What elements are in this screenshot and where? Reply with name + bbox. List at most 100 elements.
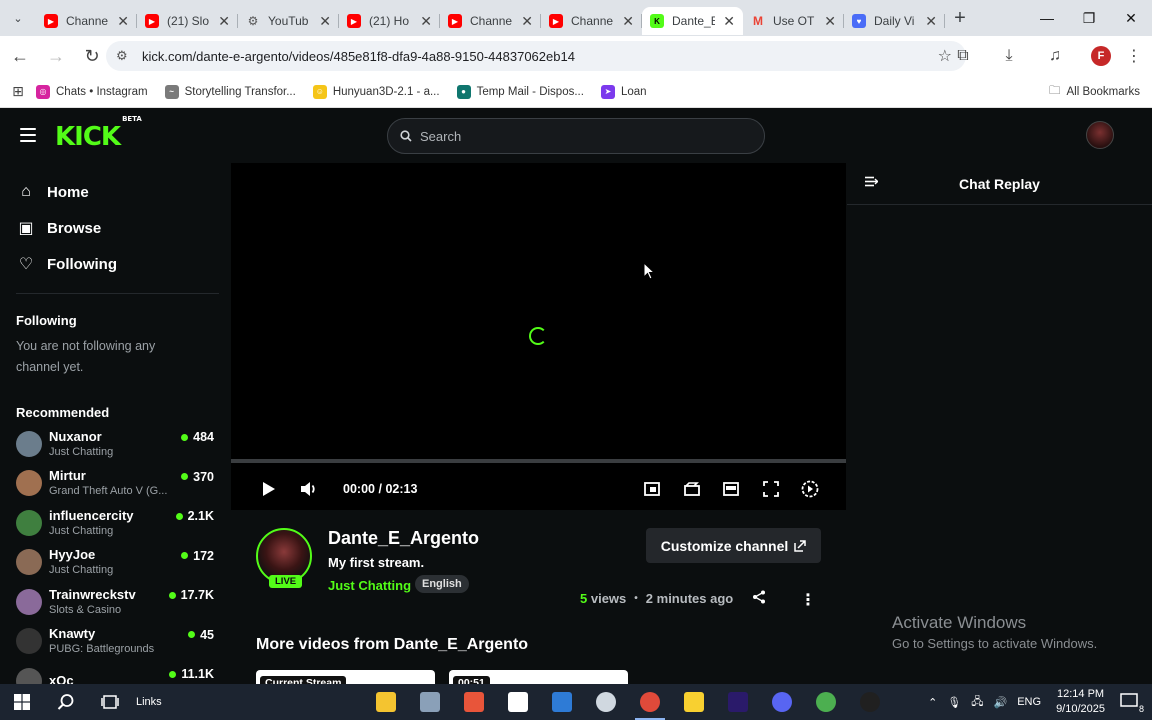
app-notes-taskbar-button[interactable]	[496, 684, 540, 720]
customize-channel-button[interactable]: Customize channel	[646, 528, 821, 563]
download-icon[interactable]: ⤓	[986, 47, 1032, 65]
mouse-cursor-icon	[643, 262, 655, 280]
restore-icon[interactable]: ❐	[1068, 0, 1110, 36]
discord-taskbar-button[interactable]	[760, 684, 804, 720]
taskbar-search-button[interactable]	[44, 684, 88, 720]
language-indicator[interactable]: ENG	[1017, 696, 1041, 708]
site-info-icon[interactable]: ⚙	[116, 48, 138, 64]
microphone-icon[interactable]: 🎙	[947, 696, 961, 709]
close-tab-icon[interactable]: ✕	[622, 13, 634, 30]
app-red-taskbar-button[interactable]	[452, 684, 496, 720]
collapse-chat-icon[interactable]	[865, 176, 878, 187]
channel-name[interactable]: Dante_E_Argento	[328, 528, 479, 549]
tab-title: YouTub	[268, 14, 309, 28]
reload-button[interactable]: ↻	[76, 40, 108, 72]
app-q-taskbar-button[interactable]	[584, 684, 628, 720]
user-avatar[interactable]	[1086, 121, 1114, 149]
chrome-taskbar-button[interactable]	[628, 684, 672, 720]
clip-button[interactable]	[672, 469, 712, 509]
notifications-button[interactable]: 8	[1120, 692, 1144, 714]
recommended-channel[interactable]: Trainwreckstv Slots & Casino 17.7K	[0, 582, 230, 622]
tray-chevron-icon[interactable]: ⌃	[928, 696, 937, 709]
sidebar-item-following[interactable]: ♡ Following	[0, 246, 230, 282]
media-control-icon[interactable]: ♫	[1032, 47, 1078, 65]
browser-tab[interactable]: ▶ (21) Ho ✕	[339, 7, 440, 35]
recommended-channel[interactable]: Nuxanor Just Chatting 484	[0, 424, 230, 464]
close-tab-icon[interactable]: ✕	[723, 13, 735, 30]
url-text[interactable]: kick.com/dante-e-argento/videos/485e81f8…	[142, 49, 575, 64]
all-bookmarks[interactable]: 🗀 All Bookmarks	[1049, 76, 1140, 108]
close-tab-icon[interactable]: ✕	[521, 13, 533, 30]
recommended-channel[interactable]: Mirtur Grand Theft Auto V (G... 370	[0, 464, 230, 504]
bookmark-item[interactable]: ☺ Hunyuan3D-2.1 - a...	[312, 84, 440, 99]
close-tab-icon[interactable]: ✕	[319, 13, 331, 30]
browser-tab[interactable]: ▶ Channe ✕	[541, 7, 642, 35]
search-input[interactable]: Search	[387, 118, 765, 154]
language-tag[interactable]: English	[415, 575, 469, 593]
speaker-icon[interactable]: 🔊	[994, 696, 1008, 709]
browser-tab[interactable]: ▶ Channe ✕	[36, 7, 137, 35]
fullscreen-button[interactable]	[751, 469, 791, 509]
mini-player-button[interactable]	[633, 469, 673, 509]
playback-speed-button[interactable]	[791, 469, 831, 509]
volume-button[interactable]	[289, 469, 329, 509]
browser-tab[interactable]: M Use OT ✕	[743, 7, 844, 35]
browser-tab[interactable]: ▶ Channe ✕	[440, 7, 541, 35]
close-tab-icon[interactable]: ✕	[925, 13, 937, 30]
sidebar-item-browse[interactable]: ▣ Browse	[0, 210, 230, 246]
tab-search-chevron-icon[interactable]: ⌄	[0, 0, 36, 36]
back-button[interactable]: ←	[4, 40, 36, 72]
video-player[interactable]: 00:00 / 02:13	[231, 163, 846, 510]
category-link[interactable]: Just Chatting	[328, 578, 411, 593]
theater-mode-button[interactable]	[712, 469, 752, 509]
play-button[interactable]	[249, 469, 289, 509]
bookmark-item[interactable]: ◎ Chats • Instagram	[36, 84, 148, 99]
youtube-icon: ▶	[448, 14, 462, 28]
chrome-menu-icon[interactable]: ⋮	[1124, 46, 1144, 66]
premiere-taskbar-button[interactable]	[716, 684, 760, 720]
minimize-icon[interactable]: —	[1026, 0, 1068, 36]
close-tab-icon[interactable]: ✕	[420, 13, 432, 30]
forward-button[interactable]: →	[40, 40, 72, 72]
start-button[interactable]	[0, 684, 44, 720]
browser-tab[interactable]: ♥ Daily Vi ✕	[844, 7, 945, 35]
links-toolbar[interactable]: Links	[136, 696, 162, 708]
more-options-icon[interactable]: ⋮	[800, 590, 816, 610]
browser-tab[interactable]: K Dante_E ✕	[642, 7, 743, 35]
sidebar-item-label: Following	[47, 255, 117, 273]
discord-icon	[772, 692, 792, 712]
kick-logo[interactable]: KICKBETA	[55, 115, 142, 152]
kick-header: KICKBETA Search	[0, 108, 1152, 163]
recommended-channel[interactable]: Knawty PUBG: Battlegrounds 45	[0, 622, 230, 662]
app-globe-taskbar-button[interactable]	[408, 684, 452, 720]
bookmark-item[interactable]: ➤ Loan	[600, 84, 647, 99]
utorrent-taskbar-button[interactable]	[804, 684, 848, 720]
extensions-icon[interactable]: ⧉	[940, 47, 986, 65]
bookmark-item[interactable]: ● Temp Mail - Dispos...	[456, 84, 584, 99]
progress-bar[interactable]	[231, 459, 846, 463]
close-tab-icon[interactable]: ✕	[117, 13, 129, 30]
obs-taskbar-button[interactable]	[848, 684, 892, 720]
browser-tab[interactable]: ⚙ YouTub ✕	[238, 7, 339, 35]
profile-avatar[interactable]: F	[1091, 46, 1111, 66]
recommended-channel[interactable]: xQc 11.1K	[0, 661, 230, 684]
close-tab-icon[interactable]: ✕	[218, 13, 230, 30]
close-tab-icon[interactable]: ✕	[824, 13, 836, 30]
recommended-channel[interactable]: influencercity Just Chatting 2.1K	[0, 503, 230, 543]
bookmark-item[interactable]: ~ Storytelling Transfor...	[164, 84, 296, 99]
new-tab-button[interactable]: +	[945, 7, 975, 30]
file-explorer-taskbar-button[interactable]	[364, 684, 408, 720]
address-bar[interactable]: ⚙ kick.com/dante-e-argento/videos/485e81…	[106, 41, 966, 71]
close-window-icon[interactable]: ✕	[1110, 0, 1152, 36]
app-bg-taskbar-button[interactable]	[540, 684, 584, 720]
share-icon[interactable]	[752, 590, 766, 604]
task-view-button[interactable]	[88, 684, 132, 720]
sticky-notes-taskbar-button[interactable]	[672, 684, 716, 720]
apps-grid-icon[interactable]: ⊞	[0, 83, 36, 100]
sidebar-item-home[interactable]: ⌂ Home	[0, 174, 230, 210]
hamburger-menu-icon[interactable]	[20, 128, 36, 146]
browser-tab[interactable]: ▶ (21) Slo ✕	[137, 7, 238, 35]
clock[interactable]: 12:14 PM 9/10/2025	[1056, 687, 1105, 717]
network-icon[interactable]: 🖧	[971, 693, 983, 712]
recommended-channel[interactable]: HyyJoe Just Chatting 172	[0, 543, 230, 583]
